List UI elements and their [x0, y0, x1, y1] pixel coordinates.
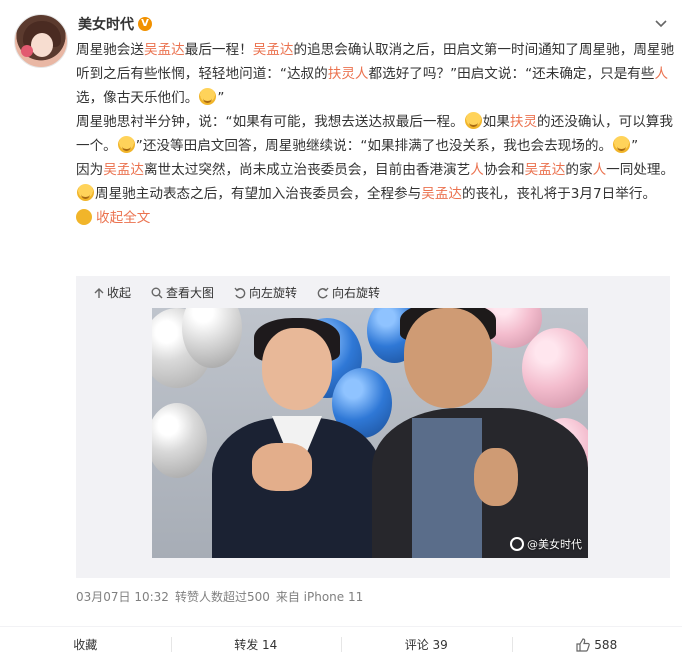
- rotate-left-label: 向左旋转: [249, 286, 298, 300]
- hashtag-keyword-link[interactable]: 吴孟达: [144, 42, 185, 58]
- post-paragraph: 因为吴孟达离世太过突然，尚未成立治丧委员会，目前由香港演艺人协会和吴孟达的家人一…: [76, 158, 676, 230]
- thumbs-up-icon: [576, 637, 591, 652]
- post-text: 离世太过突然，尚未成立治丧委员会，目前由香港演艺: [143, 162, 471, 178]
- post-text: 周星驰主动表态之后，有望加入治丧委员会，全程参与: [95, 186, 422, 202]
- hashtag-keyword-link[interactable]: 吴孟达: [421, 186, 462, 202]
- rotate-right-icon: [317, 287, 329, 298]
- person-right-shirt: [412, 418, 482, 558]
- verified-badge-icon: V: [138, 17, 152, 31]
- like-button[interactable]: 588: [511, 627, 682, 662]
- post-text: 因为: [76, 162, 104, 178]
- favorite-label: 收藏: [73, 638, 98, 652]
- view-large-button[interactable]: 查看大图: [151, 284, 214, 301]
- search-icon: [151, 287, 163, 298]
- photo-watermark: @美女时代: [510, 536, 582, 552]
- post-paragraph: 周星驰会送吴孟达最后一程！吴孟达的追思会确认取消之后，田启文第一时间通知了周星驰…: [76, 38, 676, 110]
- post-text: 的丧礼，丧礼将于3月7日举行。: [462, 186, 657, 202]
- collapse-text-label: 收起全文: [96, 210, 151, 226]
- post-paragraph: 周星驰思衬半分钟，说：“如果有可能，我想去送达叔最后一程。 如果扶灵的还没确认，可…: [76, 110, 676, 158]
- sad-emoji-icon: [117, 136, 135, 153]
- user-avatar[interactable]: [14, 14, 68, 68]
- balloon-pink: [522, 328, 588, 408]
- sad-emoji-icon: [464, 112, 482, 129]
- chevron-down-icon[interactable]: [654, 16, 668, 30]
- post-time[interactable]: 03月07日 10:32: [76, 588, 169, 605]
- rotate-right-button[interactable]: 向右旋转: [317, 284, 380, 301]
- avatar-face: [31, 33, 53, 57]
- hashtag-keyword-link[interactable]: 吴孟达: [525, 162, 566, 178]
- avatar-flower: [21, 45, 33, 57]
- post-text: 如果: [482, 114, 510, 130]
- like-count: 588: [594, 637, 618, 652]
- person-left-hands: [252, 443, 312, 491]
- user-name-row: 美女时代 V: [78, 14, 152, 34]
- post-photo[interactable]: @美女时代: [152, 308, 588, 558]
- post-text: 一同处理。: [606, 162, 675, 178]
- post-text: 最后一程！: [184, 42, 253, 58]
- hashtag-keyword-link[interactable]: 人: [593, 162, 607, 178]
- collapse-label: 收起: [107, 286, 132, 300]
- media-toolbar: 收起 查看大图 向左旋转 向右旋转: [94, 284, 380, 301]
- person-right-thumbs-up: [474, 448, 518, 506]
- post-footer: 收藏 转发 14 评论 39 588: [0, 627, 682, 662]
- sad-emoji-icon: [613, 136, 631, 153]
- hashtag-keyword-link[interactable]: 扶灵人: [328, 66, 369, 82]
- rotate-left-icon: [234, 287, 246, 298]
- user-name[interactable]: 美女时代: [78, 14, 134, 34]
- rotate-left-button[interactable]: 向左旋转: [234, 284, 297, 301]
- post-text: 周星驰会送: [76, 42, 144, 58]
- post-text: ”还没等田启文回答，周星驰继续说：“如果排满了也没关系，我也会去现场的。: [135, 138, 613, 154]
- comment-button[interactable]: 评论 39: [341, 627, 512, 662]
- person-right-head: [404, 308, 492, 408]
- repost-note: 转赞人数超过500: [174, 590, 270, 604]
- hashtag-keyword-link[interactable]: 人: [470, 162, 484, 178]
- post-source[interactable]: 来自 iPhone 11: [276, 588, 363, 605]
- hashtag-keyword-link[interactable]: 吴孟达: [253, 42, 294, 58]
- post-text: 都选好了吗？”田启文说：“还未确定，只是有些: [368, 66, 655, 82]
- post-text: 周星驰思衬半分钟，说：“如果有可能，我想去送达叔最后一程。: [76, 114, 464, 130]
- post-meta: 03月07日 10:32 转赞人数超过500 来自 iPhone 11: [76, 588, 363, 605]
- weibo-logo-icon: [510, 537, 524, 551]
- post-text: ”: [631, 138, 639, 154]
- media-panel: 收起 查看大图 向左旋转 向右旋转 @美女时代: [76, 276, 670, 578]
- view-large-label: 查看大图: [166, 286, 215, 300]
- repost-button[interactable]: 转发 14: [170, 627, 342, 662]
- collapse-icon: [94, 287, 104, 298]
- comment-label: 评论 39: [404, 638, 448, 652]
- rotate-right-label: 向右旋转: [332, 286, 381, 300]
- collapse-text-icon: [76, 209, 92, 225]
- sad-emoji-icon: [199, 88, 217, 105]
- collapse-text-link[interactable]: 收起全文: [76, 209, 151, 226]
- hashtag-keyword-link[interactable]: 扶灵: [510, 114, 537, 130]
- post-text: 协会和: [483, 162, 525, 178]
- post-content: 周星驰会送吴孟达最后一程！吴孟达的追思会确认取消之后，田启文第一时间通知了周星驰…: [76, 38, 676, 230]
- hashtag-keyword-link[interactable]: 人: [654, 66, 668, 82]
- post-text: 选，像古天乐他们。: [76, 90, 199, 106]
- collapse-button[interactable]: 收起: [94, 284, 131, 301]
- favorite-button[interactable]: 收藏: [0, 627, 171, 662]
- person-left-head: [262, 328, 332, 410]
- post-text: ”: [217, 90, 225, 106]
- sad-emoji-icon: [77, 184, 94, 201]
- post-text: 的家: [565, 162, 593, 178]
- hashtag-keyword-link[interactable]: 吴孟达: [103, 162, 144, 178]
- repost-label: 转发 14: [234, 638, 278, 652]
- watermark-text: @美女时代: [527, 538, 582, 551]
